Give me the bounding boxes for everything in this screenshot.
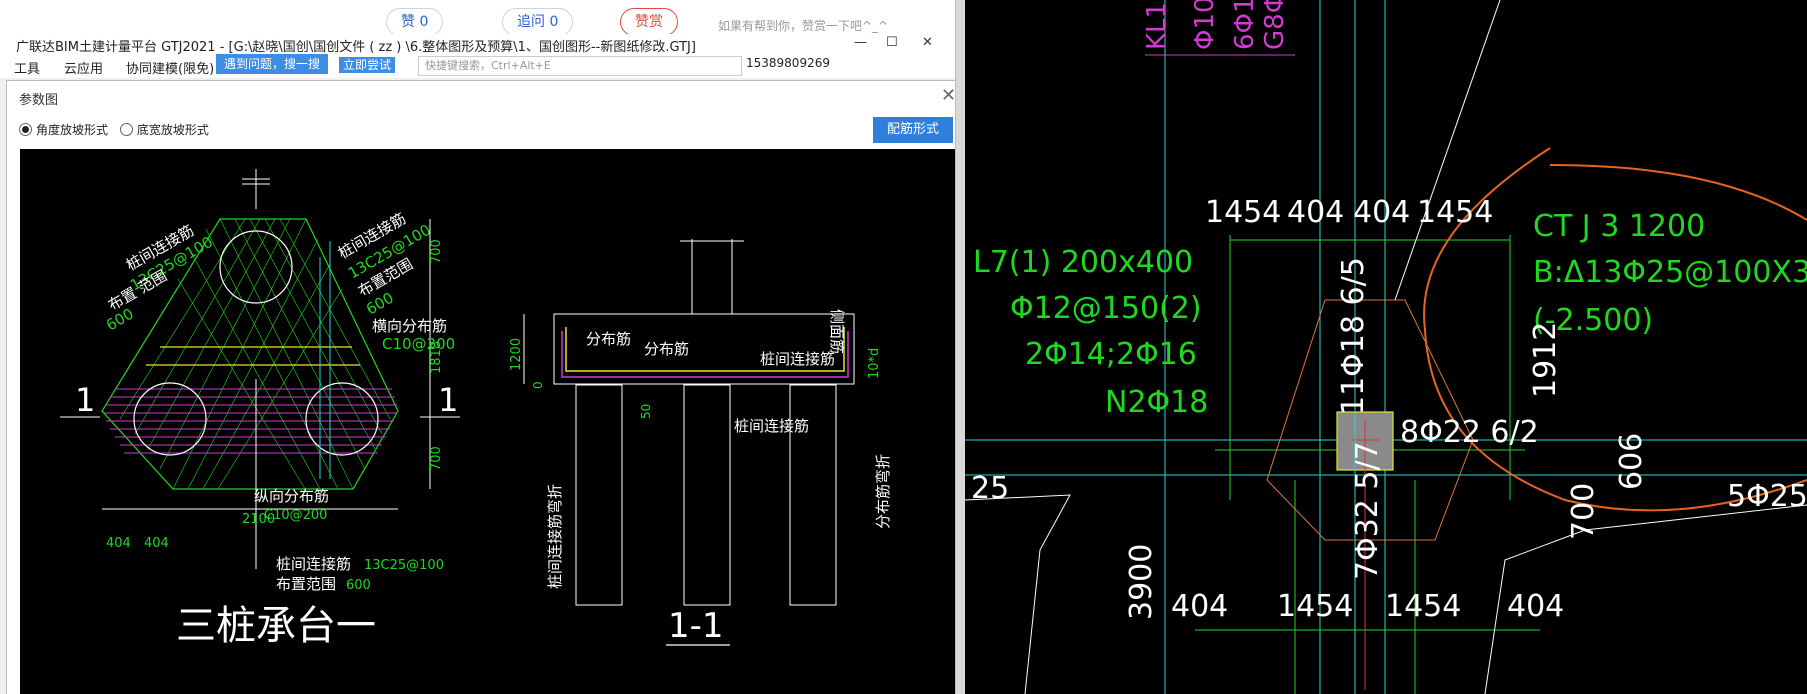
dim-404a: 404 bbox=[106, 536, 131, 551]
beam-stirrup: Φ12@150(2) bbox=[1010, 291, 1202, 326]
label-conn: 桩间连接筋 bbox=[760, 350, 835, 368]
kl-label: KL17 bbox=[1142, 0, 1172, 50]
beam-label: L7(1) 200x400 bbox=[973, 245, 1193, 280]
left-pane: 赞 0 追问 0 赞赏 如果有帮到你，赞赏一下吧^_^ 广联达BIM土建计量平台… bbox=[0, 0, 965, 694]
label-conn3-range-v: 600 bbox=[346, 578, 371, 593]
dim-top-4: 1454 bbox=[1417, 195, 1493, 230]
pile-cap-plan: 1 1 700 1818 700 2100 404 404 桩间连接筋 13C2… bbox=[60, 169, 460, 649]
label-conn1-range-v: 600 bbox=[103, 305, 137, 335]
window-title: 广联达BIM土建计量平台 GTJ2021 - [G:\赵晓\国创\国创文件 ( … bbox=[16, 40, 696, 55]
section-title: 1-1 bbox=[668, 606, 724, 646]
label-dist2: 分布筋 bbox=[644, 340, 689, 358]
col-label-3: 7Φ32 5/7 bbox=[1350, 441, 1385, 580]
label-dist-bend: 分布筋弯折 bbox=[874, 454, 892, 529]
param-canvas: 1 1 700 1818 700 2100 404 404 桩间连接筋 13C2… bbox=[20, 149, 960, 694]
menu-collab[interactable]: 协同建模(限免) bbox=[126, 58, 214, 77]
shortcut-search-input[interactable]: 快捷键搜索，Ctrl+Alt+E bbox=[418, 56, 742, 76]
label-long-spec: C10@200 bbox=[264, 508, 327, 523]
label-conn-bend: 桩间连接筋弯折 bbox=[546, 484, 564, 589]
dim-25: 25 bbox=[971, 471, 1009, 506]
label-long: 纵向分布筋 bbox=[254, 487, 329, 505]
maximize-icon[interactable]: ☐ bbox=[886, 35, 898, 50]
web-header: 赞 0 追问 0 赞赏 如果有帮到你，赞赏一下吧^_^ bbox=[0, 0, 955, 36]
praise-hint: 如果有帮到你，赞赏一下吧^_^ bbox=[718, 19, 889, 33]
dim-top-1: 1454 bbox=[1205, 195, 1281, 230]
dim-3900: 3900 bbox=[1124, 544, 1159, 620]
ctj-label: CT J 3 1200 bbox=[1533, 209, 1705, 244]
dialog-close-icon[interactable]: ✕ bbox=[941, 85, 956, 106]
dim-bottom-3: 1454 bbox=[1385, 589, 1461, 624]
dim-404b: 404 bbox=[144, 536, 169, 551]
cad-view[interactable]: KL17 Φ10@ 6Φ18 G8Φ L7(1) 200x400 Φ12@150… bbox=[965, 0, 1807, 694]
dim-bottom-2: 1454 bbox=[1277, 589, 1353, 624]
top-label-2: 6Φ18 bbox=[1230, 0, 1260, 50]
user-phone[interactable]: 15389809269 bbox=[746, 56, 830, 70]
minimize-icon[interactable]: — bbox=[854, 35, 867, 50]
close-window-icon[interactable]: ✕ bbox=[922, 35, 933, 50]
app-titlebar: 广联达BIM土建计量平台 GTJ2021 - [G:\赵晓\国创\国创文件 ( … bbox=[0, 34, 955, 57]
help-tag: 遇到问题，搜一搜 bbox=[216, 54, 329, 74]
praise-button[interactable]: 赞赏 bbox=[620, 8, 678, 36]
radio-width[interactable] bbox=[119, 123, 133, 136]
col-label-2: 8Φ22 6/2 bbox=[1400, 415, 1539, 450]
dim-1912: 1912 bbox=[1528, 322, 1563, 398]
slope-mode-radios: 角度放坡形式 底宽放坡形式 bbox=[19, 121, 209, 138]
menu-tools[interactable]: 工具 bbox=[14, 58, 40, 77]
dim-top-2: 404 bbox=[1287, 195, 1344, 230]
beam-side: N2Φ18 bbox=[1105, 385, 1208, 420]
radio-angle-label: 角度放坡形式 bbox=[36, 123, 109, 137]
label-trans: 横向分布筋 bbox=[372, 317, 447, 335]
section-mark-right: 1 bbox=[438, 381, 458, 419]
label-conn3: 桩间连接筋 bbox=[276, 555, 351, 573]
dim-10d: 10*d bbox=[867, 348, 882, 379]
try-now-button[interactable]: 立即尝试 bbox=[338, 56, 397, 74]
radio-angle[interactable] bbox=[19, 123, 32, 136]
plan-title: 三桩承台一 bbox=[176, 603, 376, 649]
section-mark-left: 1 bbox=[75, 381, 95, 419]
dim-1200: 1200 bbox=[509, 338, 524, 371]
dialog-title: 参数图 bbox=[19, 93, 59, 108]
dim-0: 0 bbox=[531, 381, 545, 389]
ask-button[interactable]: 追问 0 bbox=[502, 8, 574, 36]
top-label-3: G8Φ bbox=[1260, 0, 1290, 50]
ctj-rebar: B:Δ13Φ25@100X3/Φ10 bbox=[1533, 255, 1807, 290]
beam-main: 2Φ14;2Φ16 bbox=[1025, 337, 1197, 372]
dim-700b: 700 bbox=[429, 446, 444, 471]
dim-606: 606 bbox=[1614, 433, 1649, 490]
section-1-1: 1200 0 50 10*d 分布筋 分布筋 桩间连接筋 桩间连接筋 侧面筋 桩… bbox=[509, 239, 892, 646]
label-conn3-range: 布置范围 bbox=[276, 575, 336, 593]
rebar-5: 5Φ25 bbox=[1727, 479, 1807, 514]
label-conn2: 桩间连接筋 bbox=[734, 417, 809, 435]
dim-top-3: 404 bbox=[1353, 195, 1410, 230]
cad-drawing: KL17 Φ10@ 6Φ18 G8Φ L7(1) 200x400 Φ12@150… bbox=[965, 0, 1807, 694]
label-dist1: 分布筋 bbox=[586, 330, 631, 348]
col-label-1: 11Φ18 6/5 bbox=[1336, 257, 1371, 415]
param-drawing: 1 1 700 1818 700 2100 404 404 桩间连接筋 13C2… bbox=[60, 169, 892, 649]
dim-bottom-1: 404 bbox=[1171, 589, 1228, 624]
dim-700a: 700 bbox=[429, 239, 444, 264]
label-side: 侧面筋 bbox=[828, 309, 846, 354]
top-label-1: Φ10@ bbox=[1190, 0, 1220, 50]
menu-cloud[interactable]: 云应用 bbox=[64, 58, 103, 77]
like-button[interactable]: 赞 0 bbox=[386, 8, 444, 36]
dim-bottom-4: 404 bbox=[1507, 589, 1564, 624]
rebar-form-button[interactable]: 配筋形式 bbox=[873, 117, 953, 143]
dim-700: 700 bbox=[1566, 483, 1601, 540]
label-conn3-spec: 13C25@100 bbox=[364, 558, 444, 573]
radio-width-label: 底宽放坡形式 bbox=[136, 123, 209, 137]
label-trans-spec: C10@200 bbox=[382, 335, 455, 353]
param-dialog: 参数图 ✕ 角度放坡形式 底宽放坡形式 配筋形式 1 1 700 1818 70… bbox=[6, 80, 960, 694]
dim-50: 50 bbox=[639, 404, 653, 419]
